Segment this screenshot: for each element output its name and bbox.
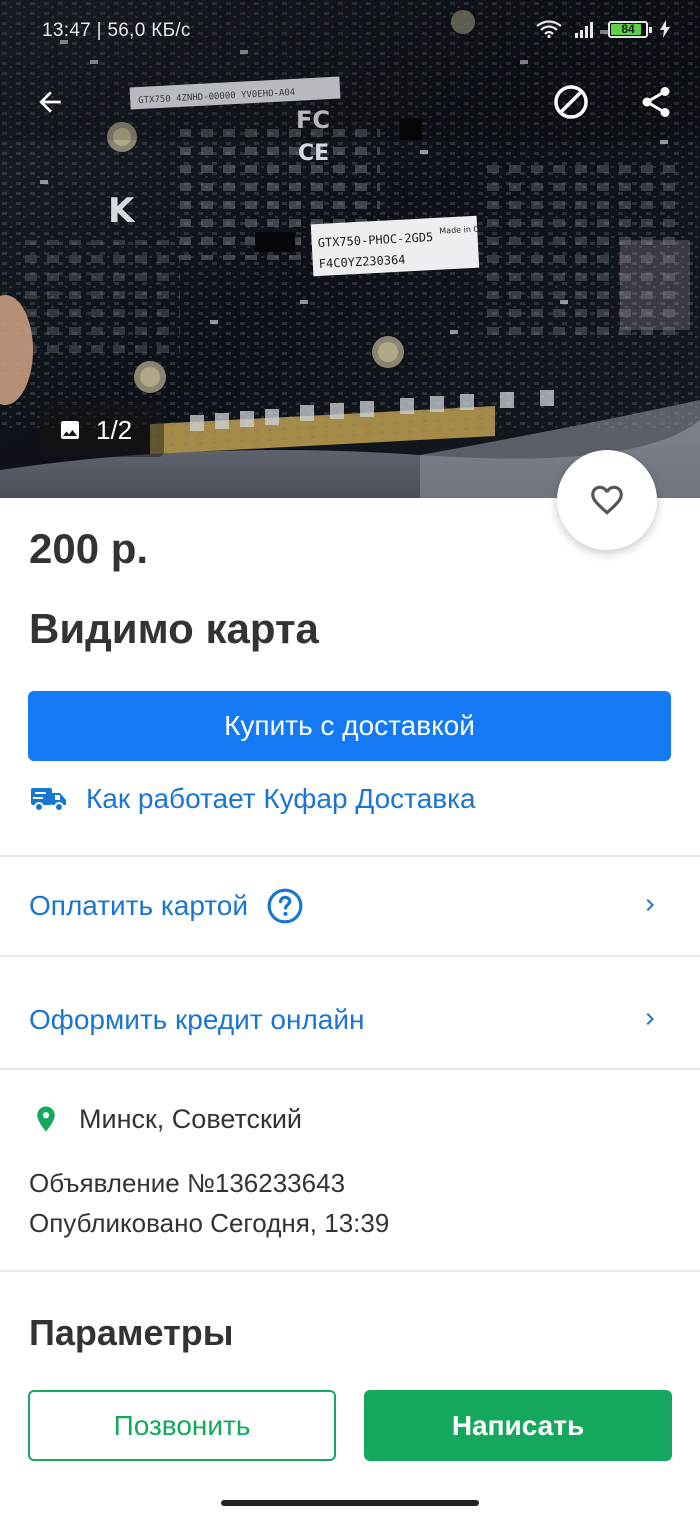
delivery-info-link[interactable]: Как работает Куфар Доставка bbox=[30, 783, 476, 815]
svg-text:K: K bbox=[108, 191, 136, 231]
ad-number: Объявление №136233643 bbox=[29, 1168, 346, 1198]
heart-icon bbox=[591, 485, 623, 515]
photo-counter-text: 1/2 bbox=[96, 414, 133, 445]
home-indicator[interactable] bbox=[221, 1500, 479, 1506]
listing-title: Видимо карта bbox=[29, 605, 319, 652]
status-icons: 84 bbox=[536, 20, 670, 38]
chevron-right-icon bbox=[646, 1013, 654, 1025]
battery-level: 84 bbox=[621, 22, 635, 36]
listing-price: 200 р. bbox=[29, 525, 149, 572]
parameters-heading: Параметры bbox=[29, 1312, 234, 1353]
pay-by-card-label: Оплатить картой bbox=[29, 890, 249, 921]
signal-icon bbox=[575, 22, 593, 38]
divider bbox=[0, 1068, 700, 1070]
buy-with-delivery-button[interactable]: Купить с доставкой bbox=[28, 691, 671, 761]
image-icon bbox=[61, 421, 79, 439]
chevron-right-icon bbox=[646, 899, 654, 911]
svg-text:CE: CE bbox=[298, 141, 329, 166]
call-button[interactable]: Позвонить bbox=[28, 1390, 336, 1461]
delivery-info-link-text: Как работает Куфар Доставка bbox=[86, 783, 476, 814]
status-bar: 13:47 | 56,0 КБ/с 84 bbox=[0, 0, 700, 62]
wifi-icon bbox=[536, 20, 562, 38]
block-icon bbox=[554, 85, 588, 119]
location-text: Минск, Советский bbox=[79, 1103, 303, 1134]
share-icon bbox=[642, 87, 670, 117]
share-button[interactable] bbox=[634, 80, 678, 124]
divider bbox=[0, 955, 700, 957]
published-date: Опубликовано Сегодня, 13:39 bbox=[29, 1208, 390, 1238]
divider bbox=[0, 1270, 700, 1272]
photo-counter: 1/2 bbox=[40, 403, 164, 457]
truck-icon bbox=[31, 788, 66, 812]
report-button[interactable] bbox=[549, 80, 593, 124]
battery-icon: 84 bbox=[608, 20, 652, 38]
back-button[interactable] bbox=[28, 80, 72, 124]
credit-online-label: Оформить кредит онлайн bbox=[29, 1004, 365, 1035]
listing-photo[interactable]: GTX750 4ZNHD-00000 YV0EHO-A04 GTX750-PHO… bbox=[0, 0, 700, 498]
status-time: 13:47 | 56,0 КБ/с bbox=[42, 20, 191, 41]
location-pin-icon bbox=[37, 1106, 55, 1132]
help-circle-icon[interactable] bbox=[266, 887, 304, 925]
divider bbox=[0, 855, 700, 857]
pay-by-card-row[interactable]: Оплатить картой bbox=[0, 858, 700, 954]
credit-online-row[interactable]: Оформить кредит онлайн bbox=[0, 972, 700, 1068]
listing-location: Минск, Советский bbox=[31, 1101, 302, 1137]
arrow-left-icon bbox=[39, 91, 61, 113]
favorite-button[interactable] bbox=[557, 450, 657, 550]
write-message-button[interactable]: Написать bbox=[364, 1390, 672, 1461]
charging-icon bbox=[660, 20, 670, 38]
